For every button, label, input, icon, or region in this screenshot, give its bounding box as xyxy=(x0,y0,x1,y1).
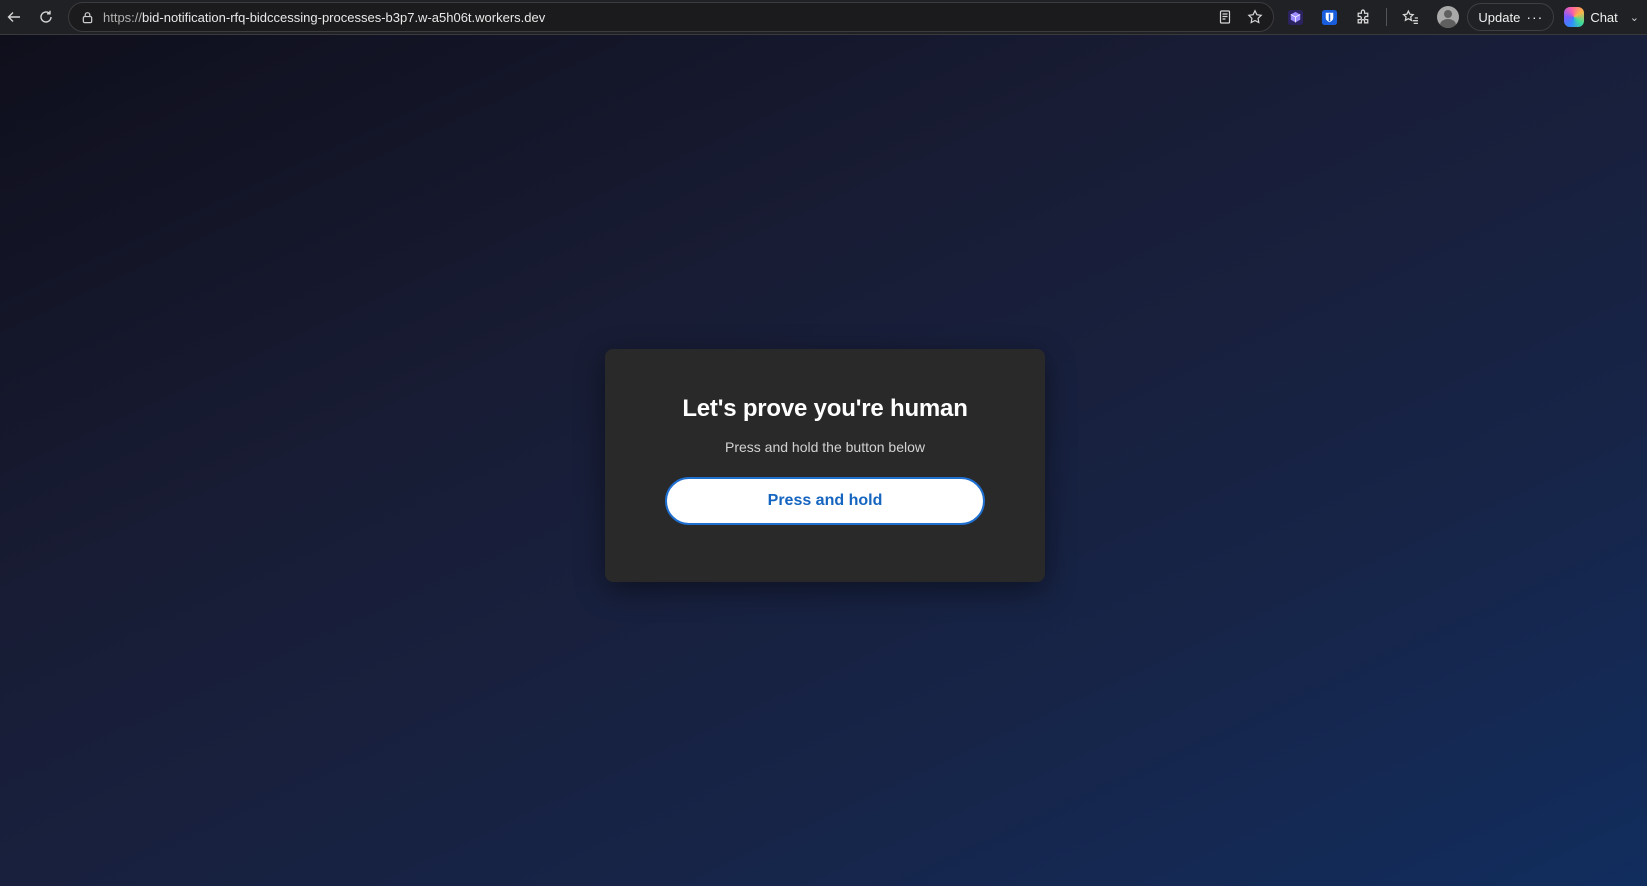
more-menu-icon[interactable]: ··· xyxy=(1526,9,1543,25)
profile-avatar[interactable] xyxy=(1437,6,1460,28)
puzzle-icon xyxy=(1357,9,1369,23)
extension-button-2[interactable] xyxy=(1314,2,1344,32)
chat-label: Chat xyxy=(1590,9,1618,25)
copilot-icon xyxy=(1564,7,1585,27)
star-icon xyxy=(1247,9,1263,24)
reader-view-button[interactable] xyxy=(1213,5,1237,29)
arrow-left-icon xyxy=(7,12,20,22)
copilot-chat-button[interactable]: Chat ⌄ xyxy=(1560,3,1647,31)
extensions-button[interactable] xyxy=(1348,2,1378,32)
chevron-down-icon[interactable]: ⌄ xyxy=(1630,11,1639,24)
url-scheme: https:// xyxy=(103,9,143,25)
cube-extension-icon xyxy=(1287,9,1303,25)
update-label: Update xyxy=(1478,9,1521,25)
press-and-hold-button[interactable]: Press and hold xyxy=(665,477,985,525)
url-host: bid-notification-rfq-bidccessing-process… xyxy=(142,9,546,25)
browser-toolbar: https://bid-notification-rfq-bidccessing… xyxy=(0,0,1647,35)
card-subtitle: Press and hold the button below xyxy=(724,439,926,455)
reload-icon xyxy=(40,10,52,23)
back-button[interactable] xyxy=(0,3,28,31)
reader-view-icon xyxy=(1220,10,1231,24)
update-button[interactable]: Update ··· xyxy=(1467,3,1555,31)
shield-extension-icon xyxy=(1321,9,1337,25)
extension-button-1[interactable] xyxy=(1280,2,1310,32)
address-bar[interactable]: https://bid-notification-rfq-bidccessing… xyxy=(68,2,1275,32)
favorites-button[interactable] xyxy=(1395,2,1425,32)
page-background: Let's prove you're human Press and hold … xyxy=(0,35,1647,886)
url-text[interactable]: https://bid-notification-rfq-bidccessing… xyxy=(103,10,1213,25)
verification-card: Let's prove you're human Press and hold … xyxy=(605,349,1045,582)
card-title: Let's prove you're human xyxy=(682,395,968,422)
reload-button[interactable] xyxy=(32,3,60,31)
favorite-button[interactable] xyxy=(1243,5,1267,29)
lock-icon[interactable] xyxy=(79,9,95,25)
favorites-list-icon xyxy=(1402,9,1418,24)
toolbar-divider xyxy=(1386,8,1388,26)
